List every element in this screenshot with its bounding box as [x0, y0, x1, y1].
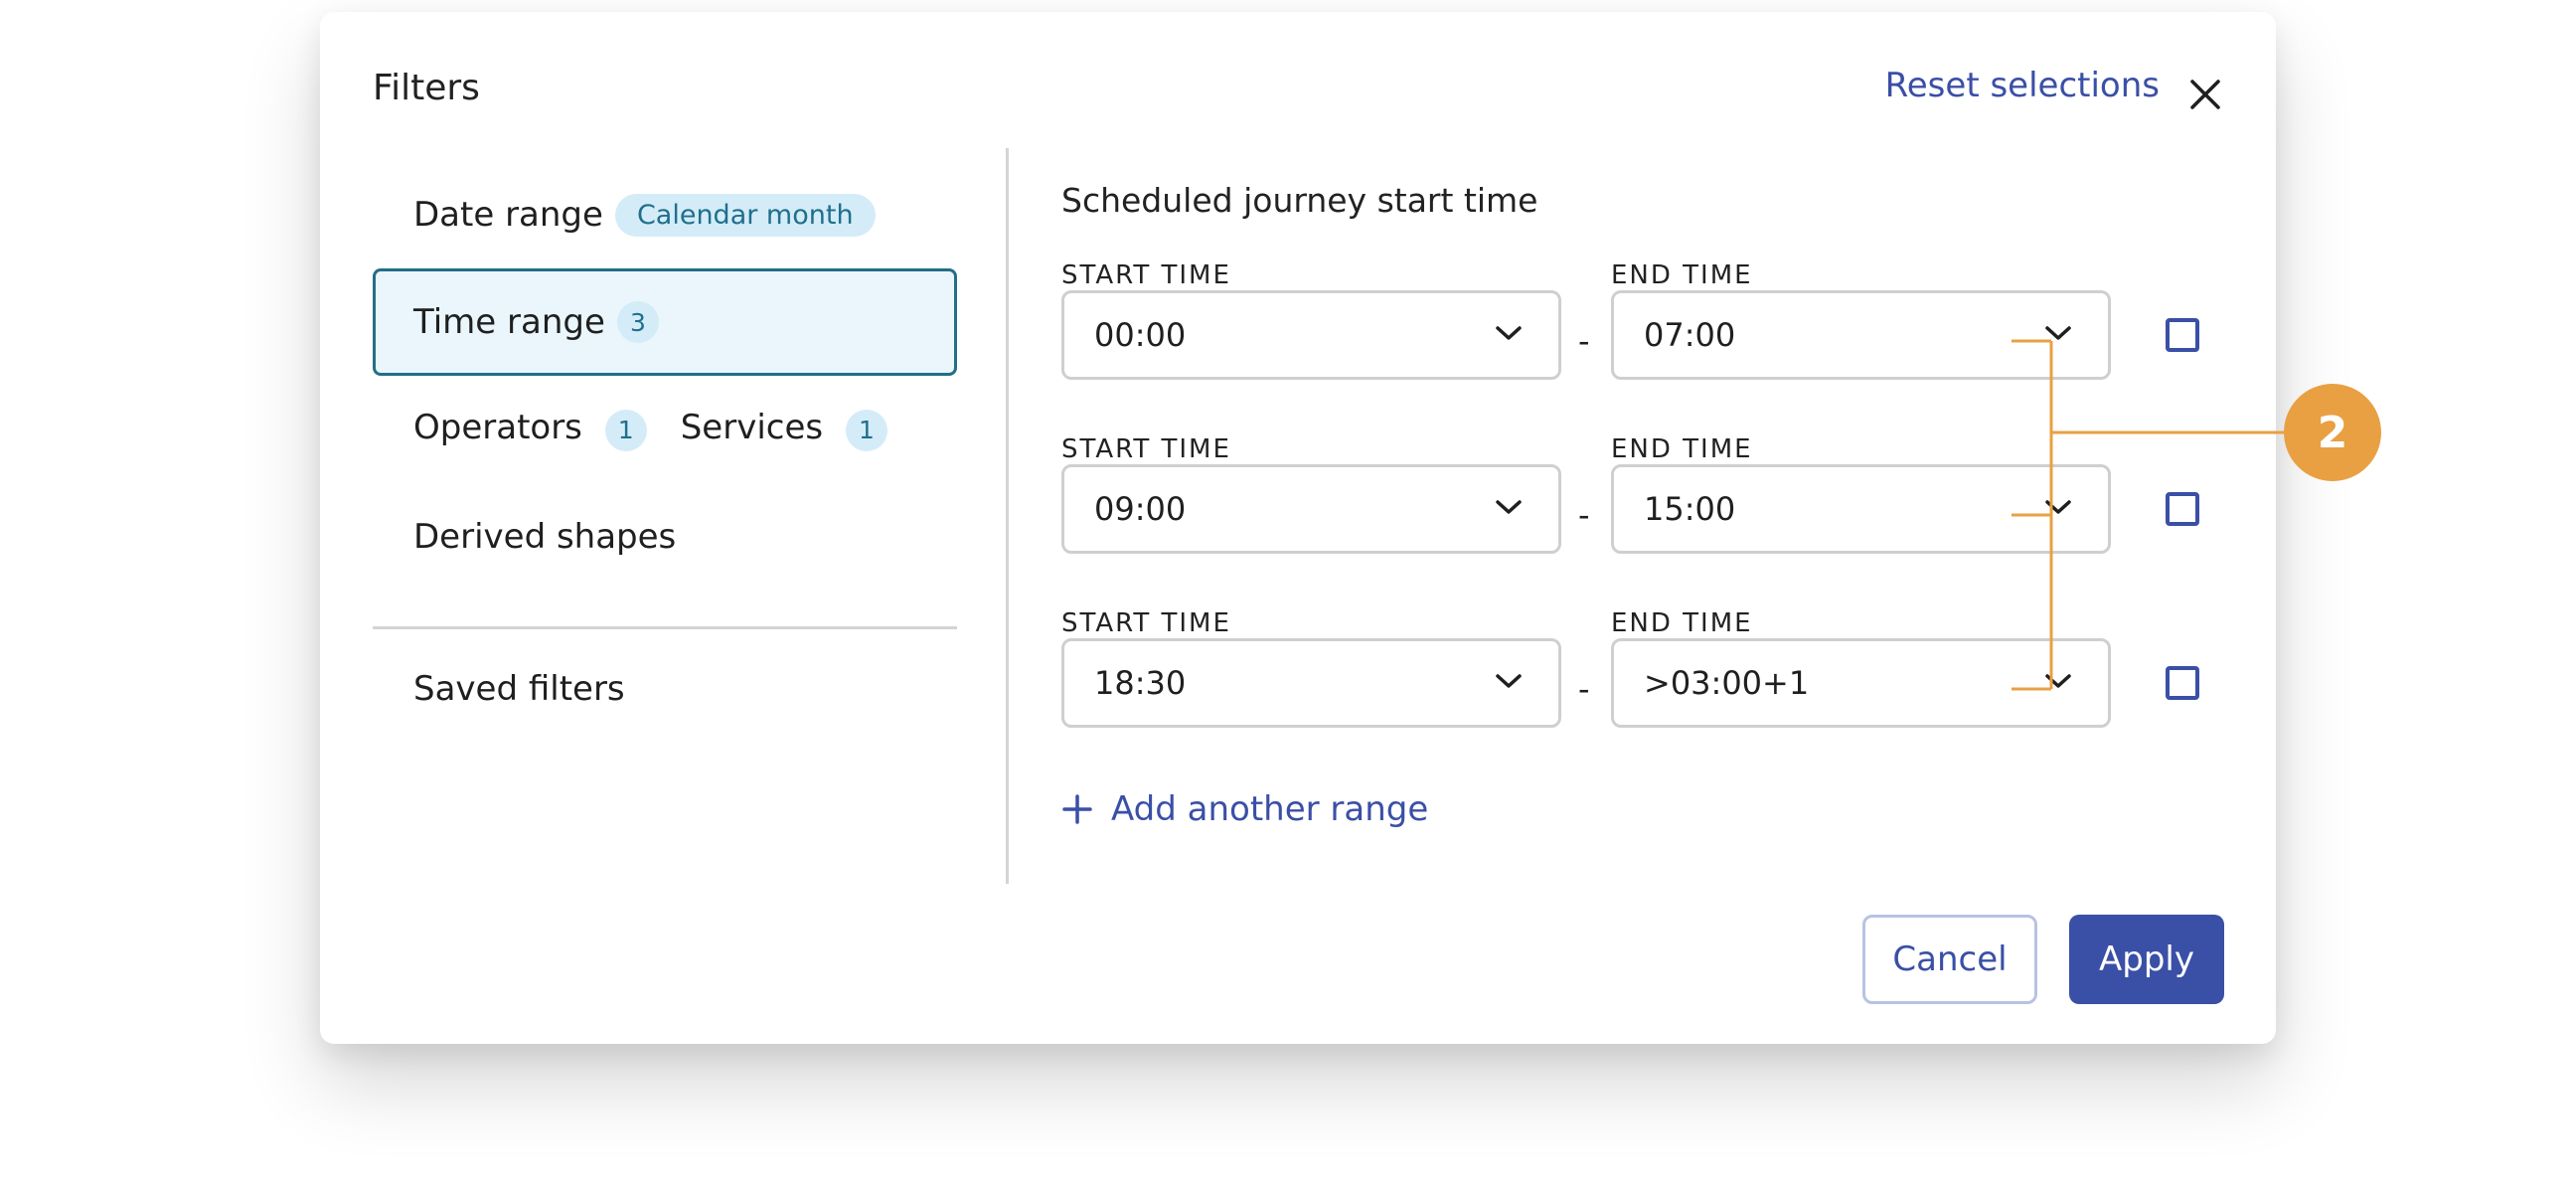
chevron-down-icon [2045, 326, 2071, 340]
sidebar-item-services[interactable]: Services 1 [681, 408, 887, 451]
close-icon[interactable] [2188, 78, 2222, 111]
start-time-label: START TIME [1061, 260, 1231, 290]
start-time-value: 18:30 [1094, 664, 1187, 702]
sidebar-item-label: Derived shapes [413, 517, 677, 557]
range-separator: - [1578, 322, 1590, 360]
start-time-value: 00:00 [1094, 316, 1187, 354]
chevron-down-icon [2045, 674, 2071, 688]
panel-divider [1006, 148, 1009, 884]
count-badge: 1 [604, 409, 647, 451]
sidebar-item-time-range[interactable]: Time range 3 [373, 268, 957, 376]
end-time-value: >03:00+1 [1644, 664, 1810, 702]
start-time-label: START TIME [1061, 608, 1231, 638]
apply-button[interactable]: Apply [2069, 915, 2224, 1004]
section-title: Scheduled journey start time [1061, 181, 1538, 220]
range-separator: - [1578, 496, 1590, 534]
modal-title: Filters [373, 68, 480, 108]
time-range-row: START TIME END TIME 09:00 - 15:00 [1061, 434, 2234, 582]
sidebar-item-label: Operators [413, 408, 582, 448]
sidebar-item-operators[interactable]: Operators 1 [413, 408, 647, 451]
end-time-value: 07:00 [1644, 316, 1736, 354]
time-range-row: START TIME END TIME 18:30 - >03:00+1 [1061, 608, 2234, 756]
count-badge: 3 [616, 301, 659, 343]
add-range-label: Add another range [1111, 789, 1429, 829]
cancel-button[interactable]: Cancel [1862, 915, 2037, 1004]
end-time-select[interactable]: 15:00 [1611, 464, 2111, 554]
reset-selections-link[interactable]: Reset selections [1885, 66, 2160, 105]
chevron-down-icon [1496, 674, 1522, 688]
start-time-value: 09:00 [1094, 490, 1187, 528]
filter-sidebar: Date range Calendar month Time range 3 O… [373, 161, 957, 749]
start-time-label: START TIME [1061, 434, 1231, 464]
end-time-value: 15:00 [1644, 490, 1736, 528]
start-time-select[interactable]: 09:00 [1061, 464, 1561, 554]
add-range-button[interactable]: Add another range [1061, 789, 1428, 829]
chevron-down-icon [2045, 500, 2071, 514]
end-time-label: END TIME [1611, 434, 1753, 464]
plus-icon [1062, 794, 1092, 824]
sidebar-item-label: Saved filters [413, 669, 625, 709]
sidebar-item-label: Date range [413, 195, 603, 235]
date-range-pill: Calendar month [614, 193, 876, 237]
range-separator: - [1578, 670, 1590, 708]
sidebar-item-label: Time range [413, 302, 605, 342]
end-time-label: END TIME [1611, 260, 1753, 290]
chevron-down-icon [1496, 326, 1522, 340]
sidebar-item-operators-services: Operators 1 Services 1 [373, 376, 957, 483]
end-time-select[interactable]: >03:00+1 [1611, 638, 2111, 728]
start-time-select[interactable]: 18:30 [1061, 638, 1561, 728]
filters-modal: Filters Reset selections Date range Cale… [320, 12, 2276, 1044]
annotation-marker: 2 [2284, 384, 2381, 481]
sidebar-item-label: Services [680, 408, 824, 448]
count-badge: 1 [845, 409, 887, 451]
sidebar-item-saved-filters[interactable]: Saved filters [373, 629, 957, 749]
start-time-select[interactable]: 00:00 [1061, 290, 1561, 380]
end-time-label: END TIME [1611, 608, 1753, 638]
range-checkbox[interactable] [2166, 666, 2199, 700]
sidebar-item-date-range[interactable]: Date range Calendar month [373, 161, 957, 268]
range-checkbox[interactable] [2166, 318, 2199, 352]
time-range-row: START TIME END TIME 00:00 - 07:00 [1061, 260, 2234, 408]
chevron-down-icon [1496, 500, 1522, 514]
range-checkbox[interactable] [2166, 492, 2199, 526]
end-time-select[interactable]: 07:00 [1611, 290, 2111, 380]
sidebar-item-derived-shapes[interactable]: Derived shapes [373, 483, 957, 591]
